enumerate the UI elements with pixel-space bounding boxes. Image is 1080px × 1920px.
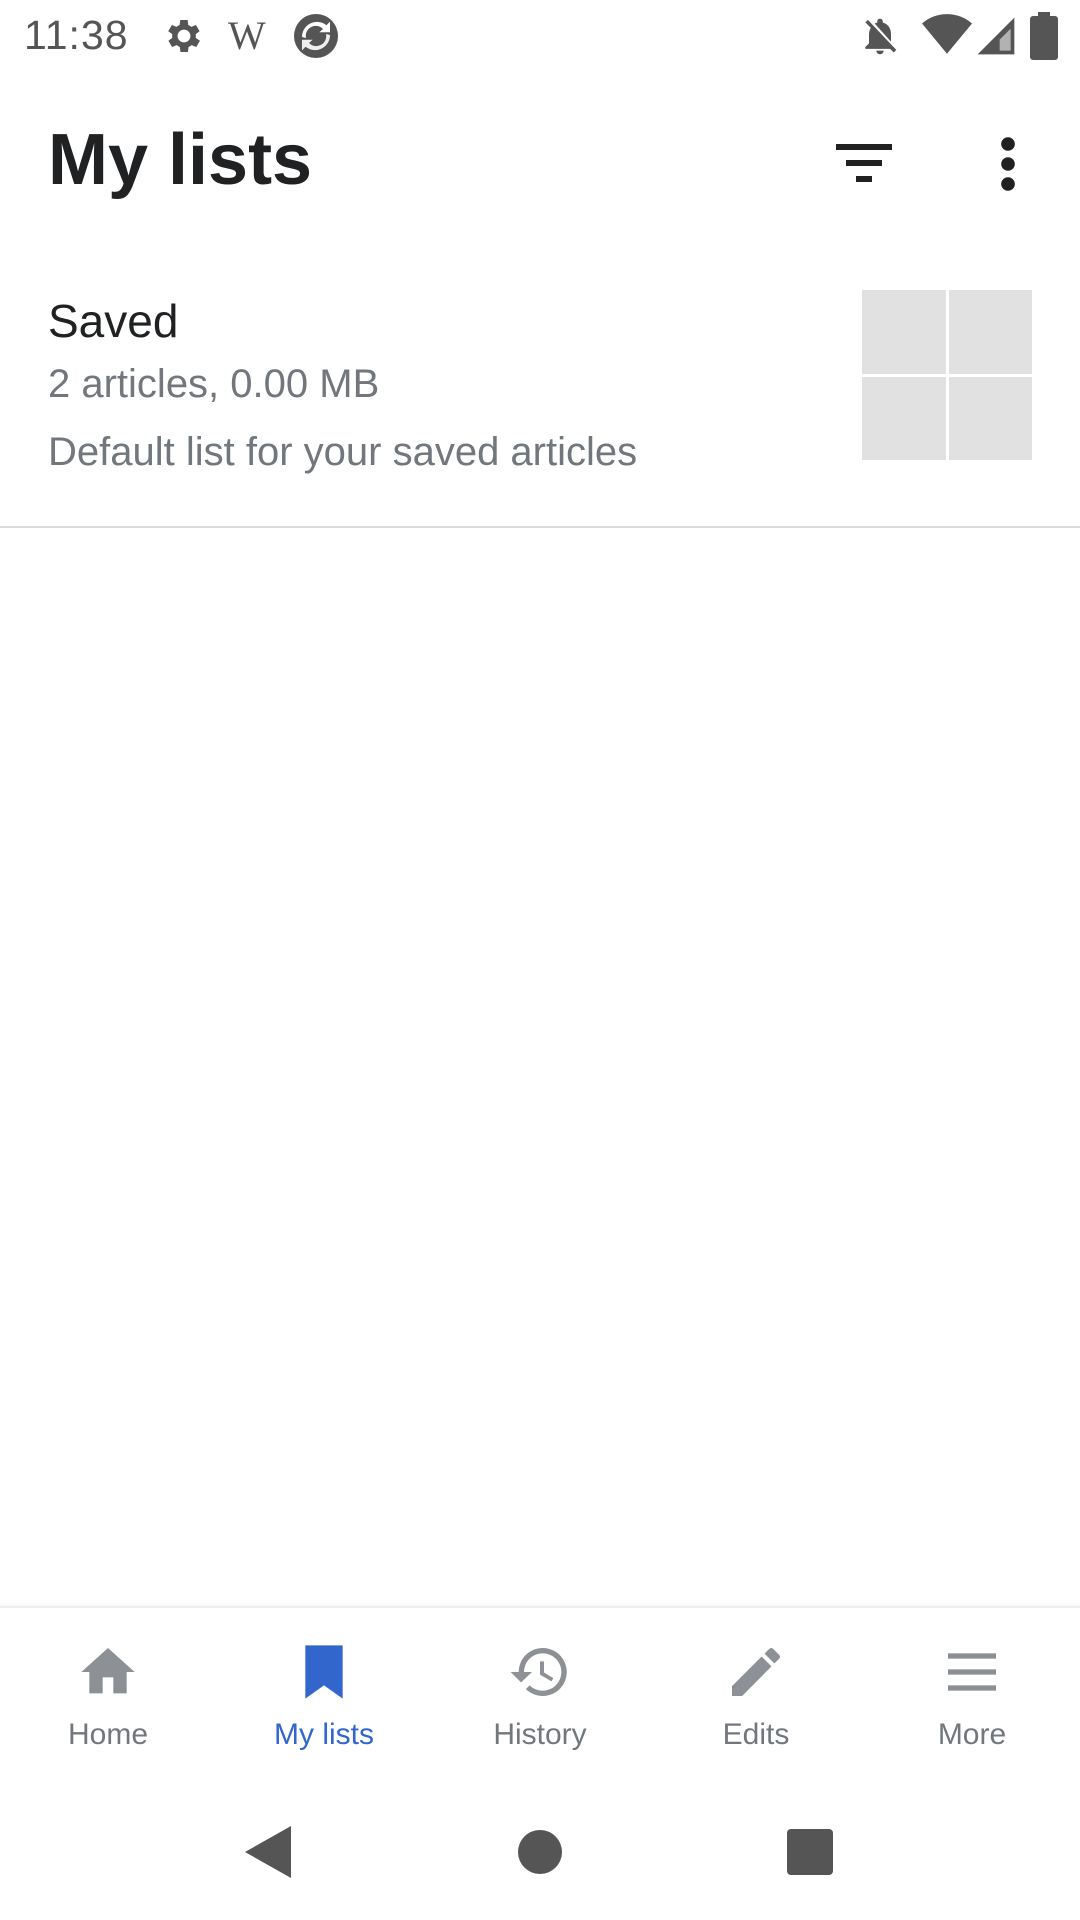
- more-vert-icon: [1001, 137, 1015, 191]
- filter-button[interactable]: [822, 122, 906, 206]
- recents-icon: [787, 1829, 833, 1875]
- home-circle-icon: [518, 1830, 562, 1874]
- nav-history[interactable]: History: [432, 1608, 648, 1784]
- nav-home[interactable]: Home: [0, 1608, 216, 1784]
- nav-label: Edits: [722, 1718, 790, 1751]
- bottom-navigation: Home My lists History Edits More: [0, 1606, 1080, 1784]
- more-options-button[interactable]: [966, 122, 1050, 206]
- nav-label: Home: [67, 1718, 149, 1751]
- filter-icon: [836, 144, 892, 182]
- list-meta: 2 articles, 0.00 MB: [48, 362, 380, 406]
- nav-label: My lists: [274, 1718, 374, 1751]
- thumbnail-placeholder: [862, 290, 946, 374]
- list-name: Saved: [48, 295, 179, 347]
- thumbnail-placeholder: [862, 376, 946, 460]
- page-title: My lists: [48, 120, 313, 200]
- gear-icon: [168, 20, 200, 52]
- back-icon: [245, 1826, 291, 1878]
- system-navigation-bar: [0, 1782, 1080, 1920]
- home-icon: [81, 1648, 135, 1694]
- nav-my-lists[interactable]: My lists: [216, 1608, 432, 1784]
- nav-more[interactable]: More: [864, 1608, 1080, 1784]
- list-description: Default list for your saved articles: [48, 430, 638, 474]
- reading-lists: Saved 2 articles, 0.00 MB Default list f…: [0, 240, 1080, 528]
- thumbnail-placeholder: [948, 376, 1032, 460]
- list-item-saved[interactable]: Saved 2 articles, 0.00 MB Default list f…: [0, 240, 1080, 528]
- history-icon: [510, 1647, 567, 1696]
- status-time: 11:38: [24, 12, 129, 58]
- cell-signal-icon: [977, 17, 1015, 55]
- wifi-icon: [922, 14, 972, 54]
- pencil-icon: [732, 1648, 780, 1696]
- wikipedia-w-icon: W: [228, 13, 266, 58]
- battery-icon: [1030, 12, 1058, 60]
- menu-icon: [948, 1653, 996, 1691]
- list-thumbnail-grid: [862, 290, 1032, 460]
- sync-circle-icon: [294, 14, 338, 58]
- screen: 11:38 W My lists Saved 2 articles, 0.00 …: [0, 0, 1080, 1920]
- status-bar: 11:38 W: [0, 0, 1080, 72]
- system-home-button[interactable]: [500, 1812, 580, 1892]
- bookmark-icon: [305, 1645, 343, 1699]
- nav-label: History: [493, 1718, 587, 1751]
- system-back-button[interactable]: [228, 1812, 308, 1892]
- nav-edits[interactable]: Edits: [648, 1608, 864, 1784]
- toolbar: My lists: [0, 80, 1080, 240]
- nav-label: More: [937, 1718, 1007, 1751]
- notifications-off-icon: [865, 18, 897, 55]
- thumbnail-placeholder: [948, 290, 1032, 374]
- system-recents-button[interactable]: [770, 1812, 850, 1892]
